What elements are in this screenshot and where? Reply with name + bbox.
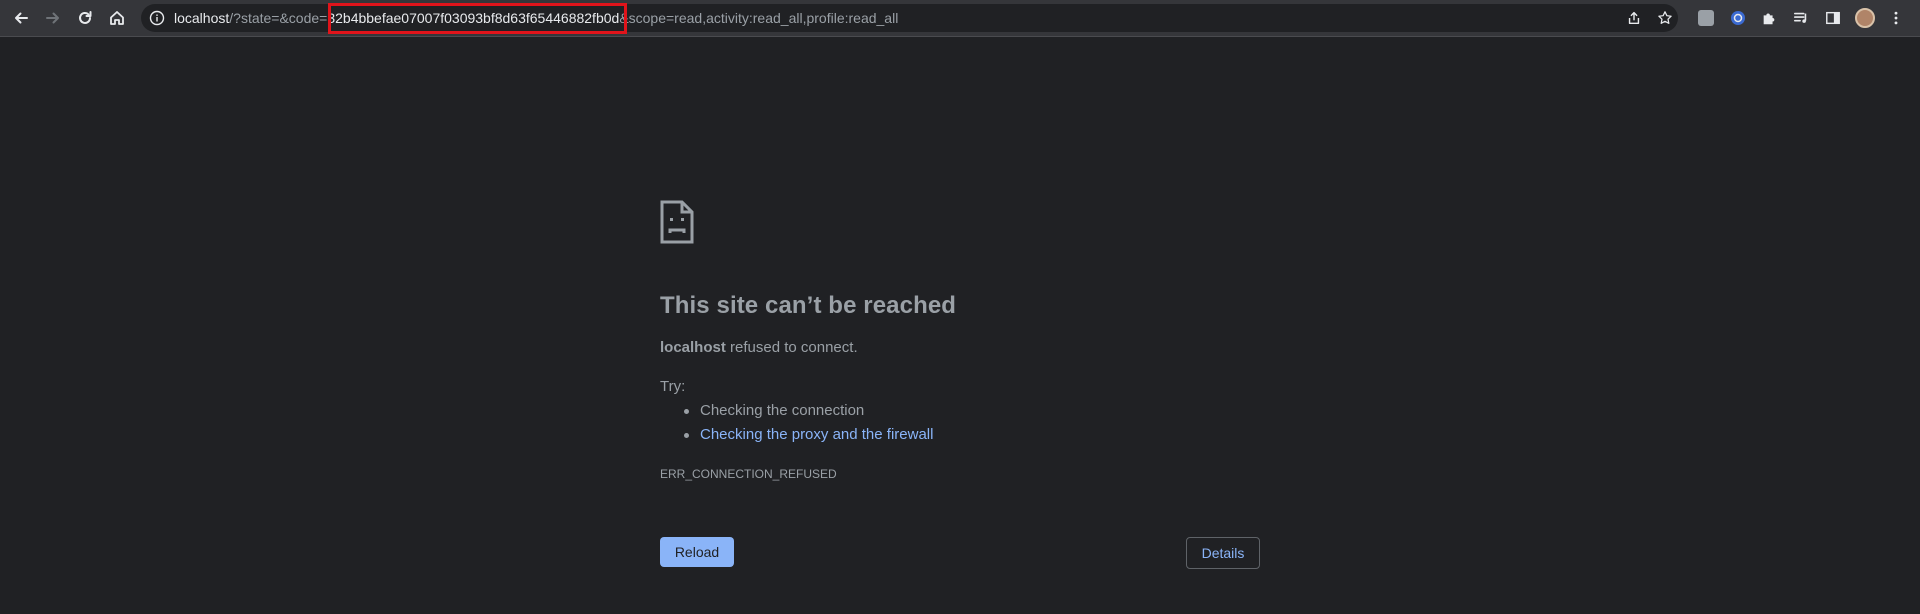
extensions-button[interactable]: [1759, 8, 1779, 28]
sync-extension-icon: [1731, 11, 1745, 25]
profile-button[interactable]: [1855, 8, 1875, 28]
url-prefix: /?state=&code=: [229, 10, 328, 26]
reload-icon: [79, 11, 92, 24]
forward-button[interactable]: [40, 5, 66, 31]
home-button[interactable]: [104, 5, 130, 31]
bookmark-button[interactable]: [1655, 8, 1675, 28]
side-panel-icon: [1826, 11, 1840, 25]
arrow-right-icon: [46, 12, 59, 24]
reading-list-icon: [1793, 12, 1807, 23]
extension-button-1[interactable]: [1696, 8, 1716, 28]
info-icon[interactable]: [149, 10, 165, 26]
suggestion-item: Checking the connection: [683, 402, 933, 426]
avatar: [1855, 8, 1875, 28]
extension-button-2[interactable]: [1728, 8, 1748, 28]
puzzle-icon: [1763, 13, 1775, 25]
share-icon: [1628, 11, 1640, 25]
reload-page-button[interactable]: [72, 5, 98, 31]
url-suffix: &scope=read,activity:read_all,profile:re…: [619, 10, 899, 26]
star-icon: [1658, 11, 1672, 24]
suggestion-link-proxy-firewall[interactable]: Checking the proxy and the firewall: [683, 426, 933, 450]
sad-file-icon: [660, 200, 694, 244]
share-button[interactable]: [1624, 8, 1644, 28]
menu-button[interactable]: [1886, 8, 1906, 28]
url-text[interactable]: localhost/?state=&code=32b4bbefae07007f0…: [174, 4, 898, 32]
reload-button[interactable]: Reload: [660, 537, 734, 567]
home-icon: [110, 11, 124, 25]
address-bar[interactable]: localhost/?state=&code=32b4bbefae07007f0…: [141, 4, 1678, 32]
url-host: localhost: [174, 10, 230, 26]
error-host: localhost: [660, 339, 726, 356]
error-message: refused to connect.: [725, 339, 858, 356]
error-code: ERR_CONNECTION_REFUSED: [660, 467, 837, 481]
extension-icon: [1698, 10, 1714, 26]
suggestions-list: Checking the connection Checking the pro…: [683, 402, 933, 450]
reading-list-button[interactable]: [1791, 8, 1811, 28]
browser-toolbar: localhost/?state=&code=32b4bbefae07007f0…: [0, 0, 1920, 37]
back-button[interactable]: [8, 5, 34, 31]
arrow-left-icon: [15, 12, 28, 24]
details-button[interactable]: Details: [1186, 537, 1260, 569]
more-vert-icon: [1894, 11, 1898, 25]
try-label: Try:: [660, 378, 686, 395]
error-description: localhost refused to connect.: [660, 339, 858, 356]
side-panel-button[interactable]: [1823, 8, 1843, 28]
url-code: 32b4bbefae07007f03093bf8d63f65446882fb0d: [327, 10, 620, 26]
error-title: This site can’t be reached: [660, 292, 957, 319]
